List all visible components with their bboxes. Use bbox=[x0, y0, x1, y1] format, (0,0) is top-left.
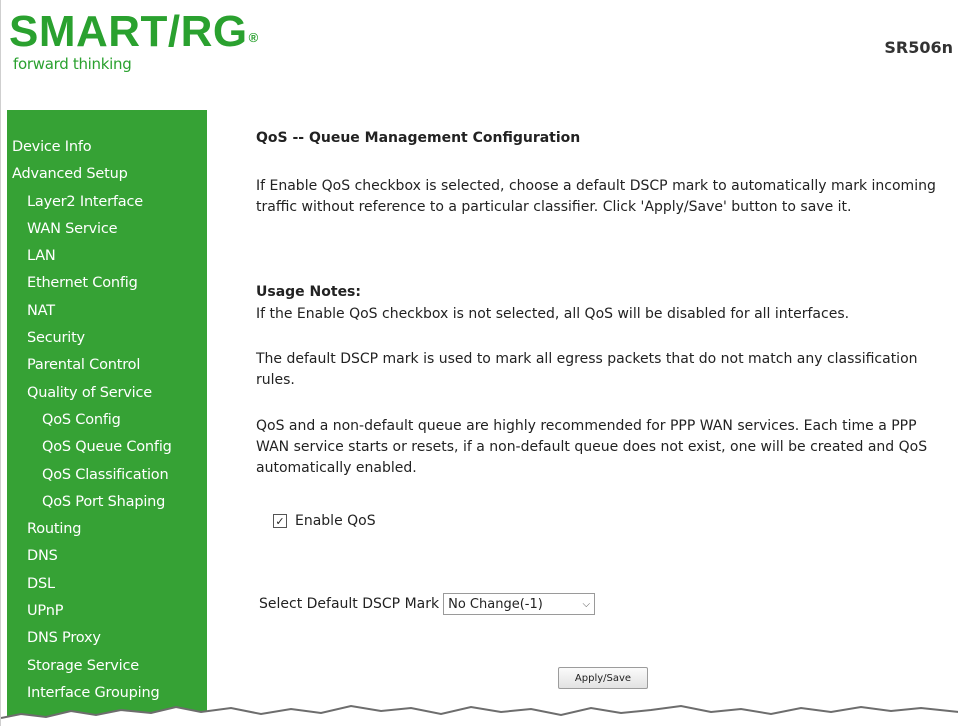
sidebar-item-dsl[interactable]: DSL bbox=[7, 571, 207, 598]
sidebar-item-upnp[interactable]: UPnP bbox=[7, 598, 207, 625]
intro-text: If Enable QoS checkbox is selected, choo… bbox=[256, 178, 936, 215]
sidebar-item-qos-port-shaping[interactable]: QoS Port Shaping bbox=[7, 489, 207, 516]
sidebar-item-ethernet-config[interactable]: Ethernet Config bbox=[7, 270, 207, 297]
page-title: QoS -- Queue Management Configuration bbox=[256, 130, 581, 146]
brand-logo: SMART/RG® bbox=[9, 6, 259, 58]
sidebar-item-qos-config[interactable]: QoS Config bbox=[7, 407, 207, 434]
sidebar-item-parental-control[interactable]: Parental Control bbox=[7, 352, 207, 379]
sidebar-nav: Device Info Advanced Setup Layer2 Interfac… bbox=[7, 110, 207, 726]
apply-save-button[interactable]: Apply/Save bbox=[558, 667, 648, 689]
sidebar-item-dns-proxy[interactable]: DNS Proxy bbox=[7, 625, 207, 652]
sidebar-item-device-info[interactable]: Device Info bbox=[7, 134, 207, 161]
usage-note-3: QoS and a non-default queue are highly r… bbox=[256, 418, 928, 476]
usage-note-2: The default DSCP mark is used to mark al… bbox=[256, 351, 918, 388]
router-admin-page: SMART/RG® forward thinking SR506n Device… bbox=[0, 0, 958, 726]
usage-notes-heading: Usage Notes: bbox=[256, 284, 361, 300]
sidebar-item-quality-of-service[interactable]: Quality of Service bbox=[7, 380, 207, 407]
checkmark-icon: ✓ bbox=[275, 514, 285, 528]
sidebar-item-storage-service[interactable]: Storage Service bbox=[7, 653, 207, 680]
sidebar-item-layer2-interface[interactable]: Layer2 Interface bbox=[7, 189, 207, 216]
dscp-label: Select Default DSCP Mark bbox=[259, 596, 440, 612]
logo-text: SMART/RG bbox=[9, 7, 248, 56]
sidebar-item-security[interactable]: Security bbox=[7, 325, 207, 352]
enable-qos-checkbox[interactable]: ✓ bbox=[273, 514, 287, 528]
usage-note-1: If the Enable QoS checkbox is not select… bbox=[256, 306, 850, 322]
header: SMART/RG® forward thinking SR506n bbox=[1, 0, 958, 110]
sidebar-item-nat[interactable]: NAT bbox=[7, 298, 207, 325]
sidebar-item-advanced-setup[interactable]: Advanced Setup bbox=[7, 161, 207, 188]
registered-mark: ® bbox=[248, 30, 259, 45]
device-model: SR506n bbox=[884, 38, 953, 57]
sidebar-item-wan-service[interactable]: WAN Service bbox=[7, 216, 207, 243]
sidebar-item-qos-queue-config[interactable]: QoS Queue Config bbox=[7, 434, 207, 461]
dscp-selected-value: No Change(-1) bbox=[448, 596, 543, 612]
sidebar-item-qos-classification[interactable]: QoS Classification bbox=[7, 462, 207, 489]
dscp-mark-select[interactable]: No Change(-1) ⌵ bbox=[443, 593, 596, 615]
sidebar-item-routing[interactable]: Routing bbox=[7, 516, 207, 543]
dscp-row: Select Default DSCP Mark No Change(-1) ⌵ bbox=[259, 593, 596, 615]
torn-paper-edge bbox=[1, 704, 958, 726]
brand-tagline: forward thinking bbox=[13, 55, 132, 73]
enable-qos-row: ✓ Enable QoS bbox=[273, 513, 376, 529]
sidebar-item-lan[interactable]: LAN bbox=[7, 243, 207, 270]
sidebar-item-dns[interactable]: DNS bbox=[7, 543, 207, 570]
chevron-down-icon: ⌵ bbox=[582, 598, 591, 610]
enable-qos-label[interactable]: Enable QoS bbox=[295, 513, 376, 529]
